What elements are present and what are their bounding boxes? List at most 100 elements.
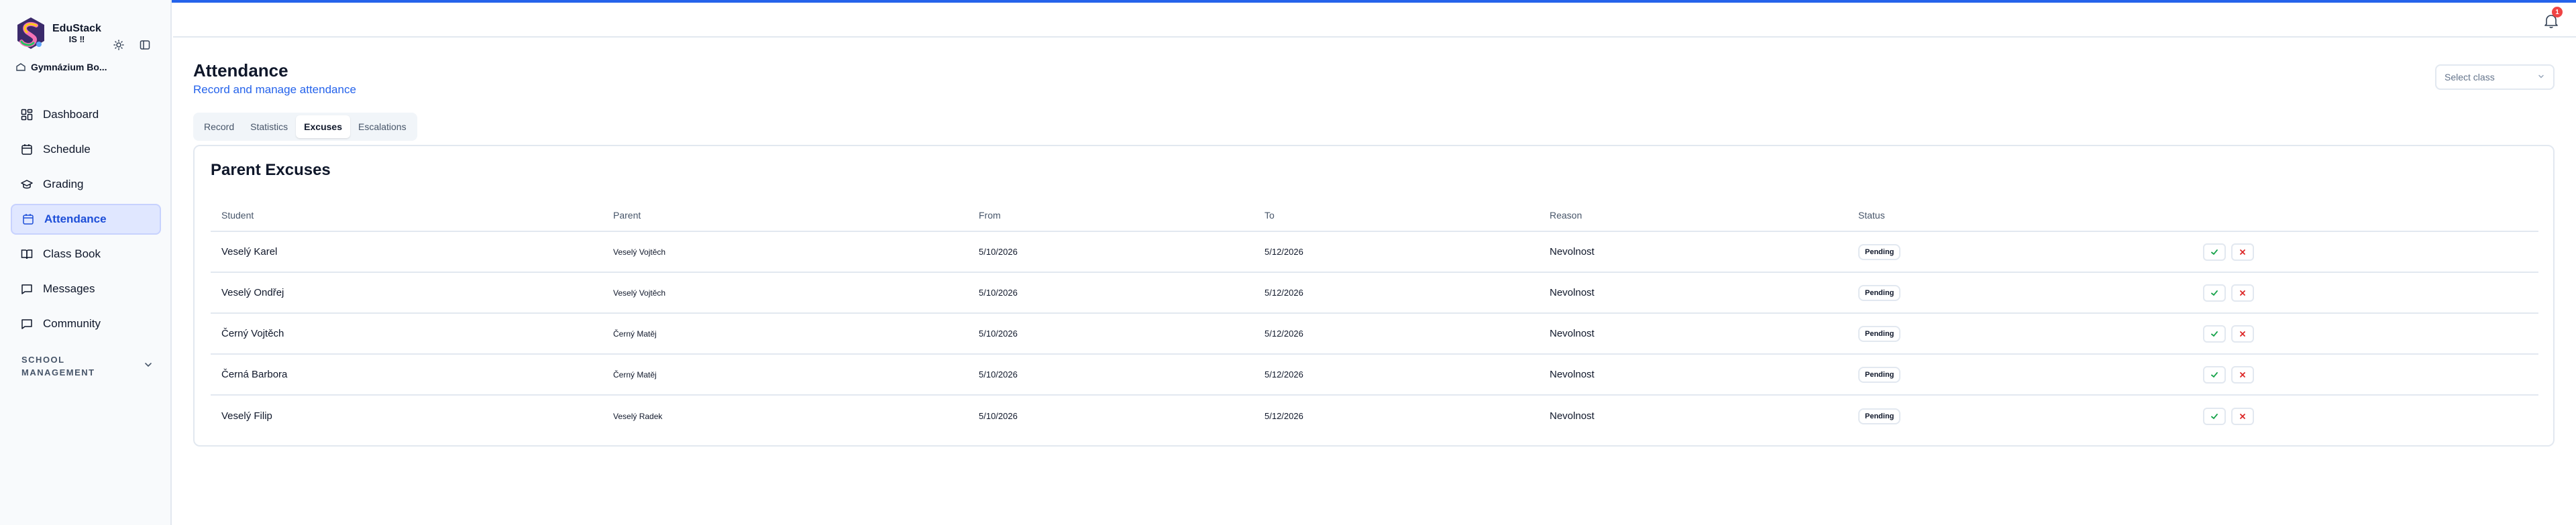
table-row: Černý Vojtěch Černý Matěj 5/10/2026 5/12… <box>211 314 2538 355</box>
approve-button[interactable] <box>2203 325 2226 343</box>
sidebar-item-label: Community <box>43 317 101 330</box>
cell-from: 5/10/2026 <box>979 247 1018 257</box>
top-header: 1 <box>173 3 2576 38</box>
sidebar-item-label: Grading <box>43 178 84 190</box>
sidebar-item-schedule[interactable]: Schedule <box>11 134 161 165</box>
sidebar: EduStack IS ‼ Gymnázium Bo... Dashboard … <box>0 0 172 525</box>
sidebar-section-label: SCHOOL MANAGEMENT <box>21 355 95 377</box>
cell-from: 5/10/2026 <box>979 369 1018 380</box>
close-icon <box>2240 290 2245 296</box>
sidebar-item-attendance[interactable]: Attendance <box>11 204 161 235</box>
cell-parent: Veselý Vojtěch <box>613 288 666 298</box>
approve-button[interactable] <box>2203 243 2226 261</box>
tab-excuses[interactable]: Excuses <box>296 115 350 138</box>
reject-button[interactable] <box>2231 243 2254 261</box>
cell-student: Černá Barbora <box>221 369 288 380</box>
reject-button[interactable] <box>2231 284 2254 302</box>
sidebar-collapse-button[interactable] <box>138 38 152 52</box>
cell-to: 5/12/2026 <box>1265 247 1303 257</box>
approve-button[interactable] <box>2203 284 2226 302</box>
sidebar-item-class-book[interactable]: Class Book <box>11 239 161 270</box>
sidebar-item-dashboard[interactable]: Dashboard <box>11 99 161 130</box>
cell-to: 5/12/2026 <box>1265 411 1303 421</box>
school-switcher[interactable]: Gymnázium Bo... <box>16 62 107 72</box>
status-badge: Pending <box>1858 284 1901 301</box>
sidebar-item-label: Dashboard <box>43 108 99 121</box>
app-subname: IS ‼ <box>68 34 85 44</box>
excuses-table: Student Parent From To Reason Status Ves… <box>211 200 2538 436</box>
page-subtitle: Record and manage attendance <box>193 83 356 96</box>
cell-reason: Nevolnost <box>1550 369 1595 380</box>
check-icon <box>2211 371 2218 377</box>
chat-icon <box>20 317 34 331</box>
sidebar-section-school-management[interactable]: SCHOOL MANAGEMENT <box>21 354 153 380</box>
cell-reason: Nevolnost <box>1550 287 1595 298</box>
theme-toggle-button[interactable] <box>111 38 126 52</box>
card-title: Parent Excuses <box>211 161 331 179</box>
status-badge: Pending <box>1858 243 1901 260</box>
attendance-tabs: Record Statistics Excuses Escalations <box>193 113 417 141</box>
table-row: Veselý Ondřej Veselý Vojtěch 5/10/2026 5… <box>211 273 2538 314</box>
school-name: Gymnázium Bo... <box>31 62 107 72</box>
table-row: Veselý Filip Veselý Radek 5/10/2026 5/12… <box>211 396 2538 436</box>
check-icon <box>2211 331 2218 337</box>
sun-icon <box>113 40 124 50</box>
cell-reason: Nevolnost <box>1550 246 1595 257</box>
cell-reason: Nevolnost <box>1550 328 1595 339</box>
app-name: EduStack <box>52 22 101 34</box>
column-header-student: Student <box>221 210 254 221</box>
reject-button[interactable] <box>2231 365 2254 384</box>
cell-to: 5/12/2026 <box>1265 288 1303 298</box>
notification-badge: 1 <box>2552 7 2563 17</box>
column-header-to: To <box>1265 210 1275 221</box>
close-icon <box>2240 371 2245 377</box>
sidebar-item-label: Attendance <box>44 213 107 225</box>
school-icon <box>16 62 25 72</box>
status-badge: Pending <box>1858 408 1901 424</box>
cell-parent: Černý Matěj <box>613 329 657 339</box>
check-icon <box>2211 290 2218 296</box>
cell-student: Veselý Ondřej <box>221 287 284 298</box>
cell-parent: Veselý Vojtěch <box>613 247 666 257</box>
class-select-placeholder: Select class <box>2445 72 2495 82</box>
tab-record[interactable]: Record <box>196 115 242 138</box>
sidebar-item-label: Messages <box>43 282 95 295</box>
close-icon <box>2240 249 2245 255</box>
reject-button[interactable] <box>2231 407 2254 425</box>
book-icon <box>20 247 34 261</box>
dashboard-icon <box>20 108 34 121</box>
check-icon <box>2211 249 2218 255</box>
class-select[interactable]: Select class <box>2435 64 2555 90</box>
approve-button[interactable] <box>2203 407 2226 425</box>
cell-student: Veselý Filip <box>221 410 272 422</box>
tab-escalations[interactable]: Escalations <box>350 115 415 138</box>
logo-mark-icon <box>13 15 48 52</box>
cell-to: 5/12/2026 <box>1265 329 1303 339</box>
sidebar-nav: Dashboard Schedule Grading Attendance Cl… <box>11 99 161 343</box>
sidebar-item-label: Schedule <box>43 143 91 156</box>
chevron-down-icon <box>2537 72 2545 82</box>
reject-button[interactable] <box>2231 325 2254 343</box>
approve-button[interactable] <box>2203 365 2226 384</box>
table-row: Černá Barbora Černý Matěj 5/10/2026 5/12… <box>211 355 2538 396</box>
cell-from: 5/10/2026 <box>979 411 1018 421</box>
cell-from: 5/10/2026 <box>979 288 1018 298</box>
parent-excuses-card: Parent Excuses Student Parent From To Re… <box>193 145 2555 447</box>
cell-to: 5/12/2026 <box>1265 369 1303 380</box>
app-logo[interactable]: EduStack IS ‼ <box>13 15 101 52</box>
table-header: Student Parent From To Reason Status <box>211 200 2538 232</box>
table-row: Veselý Karel Veselý Vojtěch 5/10/2026 5/… <box>211 232 2538 273</box>
sidebar-item-messages[interactable]: Messages <box>11 274 161 304</box>
close-icon <box>2240 331 2245 337</box>
notifications-button[interactable]: 1 <box>2541 7 2563 30</box>
cell-parent: Veselý Radek <box>613 411 663 421</box>
message-icon <box>20 282 34 296</box>
tab-statistics[interactable]: Statistics <box>242 115 296 138</box>
calendar-icon <box>20 143 34 156</box>
sidebar-item-grading[interactable]: Grading <box>11 169 161 200</box>
sidebar-item-community[interactable]: Community <box>11 308 161 339</box>
status-badge: Pending <box>1858 325 1901 342</box>
column-header-from: From <box>979 210 1001 221</box>
check-icon <box>2211 413 2218 419</box>
graduation-cap-icon <box>20 178 34 191</box>
